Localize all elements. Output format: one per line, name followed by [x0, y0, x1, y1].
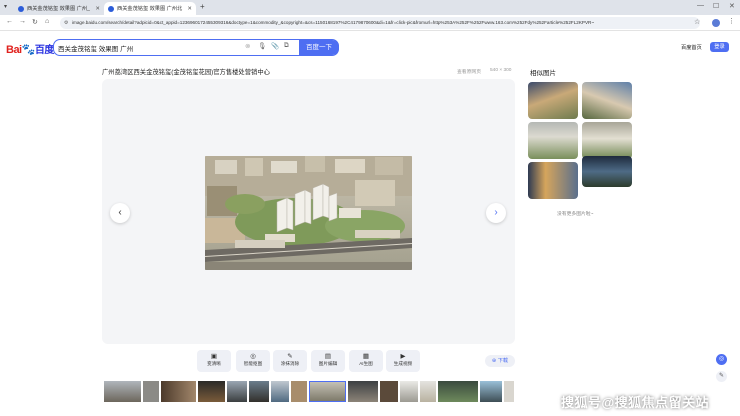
forward-icon[interactable]: →	[19, 18, 26, 25]
related-image[interactable]	[582, 82, 632, 119]
maximize-icon[interactable]: ☐	[713, 2, 719, 10]
tool-label: 图片编辑	[318, 361, 338, 366]
voice-icon[interactable]: 🎙	[258, 42, 266, 50]
thumbnail-selected[interactable]	[309, 381, 346, 402]
next-image-button[interactable]: ›	[486, 203, 506, 223]
login-button[interactable]: 登录	[710, 42, 729, 52]
window-close-icon[interactable]: ✕	[729, 2, 735, 10]
thumbnail-strip	[104, 381, 514, 402]
thumbnail[interactable]	[380, 381, 398, 402]
thumbnail[interactable]	[504, 381, 514, 402]
ai-image-tool-button[interactable]: ▦ AI生图	[349, 350, 383, 372]
download-button[interactable]: ⊕ 下载	[485, 355, 515, 367]
address-bar[interactable]: ⚙ image.baidu.com/search/detail?adpicid=…	[60, 17, 700, 29]
url-text: image.baidu.com/search/detail?adpicid=0&…	[72, 20, 595, 25]
related-image[interactable]	[528, 82, 578, 119]
related-images-title: 相似图片	[530, 70, 556, 77]
thumbnail[interactable]	[161, 381, 196, 402]
thumbnail[interactable]	[291, 381, 307, 402]
tab-search-icon[interactable]: ▾	[4, 3, 7, 10]
baidu-favicon-icon	[108, 5, 114, 12]
image-title: 广州荔湾区西关金茂铭玺(金茂铭玺花园)官方售楼处营销中心	[102, 69, 270, 76]
tab-title: 西关金茂铭玺 效果图 广州_	[27, 6, 90, 12]
thumbnail[interactable]	[420, 381, 436, 402]
search-button[interactable]: 百度一下	[299, 40, 339, 55]
image-dimensions: 540 × 300	[490, 68, 512, 73]
camera-icon[interactable]: ⧉	[284, 42, 289, 50]
thumbnail[interactable]	[143, 381, 159, 402]
video-icon: ▶	[400, 353, 406, 360]
logo-text-bai: Bai	[6, 44, 22, 56]
tool-label: 智能抠图	[243, 361, 263, 366]
download-label: 下载	[497, 358, 509, 364]
related-image[interactable]	[582, 122, 632, 159]
reload-icon[interactable]: ↻	[32, 18, 38, 26]
related-image[interactable]	[528, 162, 578, 199]
thumbnail[interactable]	[348, 381, 378, 402]
thumbnail[interactable]	[271, 381, 289, 402]
related-image[interactable]	[528, 122, 578, 159]
site-info-icon[interactable]: ⚙	[64, 17, 68, 29]
erase-icon: ✎	[287, 353, 293, 360]
prev-image-button[interactable]: ‹	[110, 203, 130, 223]
minimize-icon[interactable]: —	[697, 2, 704, 9]
clear-icon[interactable]: ⊗	[245, 42, 250, 50]
related-image[interactable]	[582, 156, 632, 187]
bookmark-star-icon[interactable]: ☆	[694, 18, 700, 26]
feedback-icon[interactable]: ◎	[716, 354, 727, 365]
tool-label: 生成视频	[393, 361, 413, 366]
enhance-tool-button[interactable]: ▣ 变清晰	[197, 350, 231, 372]
tab-close-icon[interactable]: ✕	[187, 6, 192, 12]
logo-text-du: 百度	[34, 45, 55, 56]
no-more-images-text: 没有更多图片啦~	[557, 212, 594, 217]
thumbnail[interactable]	[227, 381, 247, 402]
edit-tool-button[interactable]: ▤ 图片编辑	[311, 350, 345, 372]
tab-close-icon[interactable]: ✕	[95, 6, 100, 12]
main-image[interactable]	[205, 156, 412, 270]
thumbnail[interactable]	[104, 381, 141, 402]
home-icon[interactable]: ⌂	[45, 18, 49, 25]
thumbnail[interactable]	[198, 381, 225, 402]
baidu-logo[interactable]: Bai🐾百度	[6, 41, 54, 56]
erase-tool-button[interactable]: ✎ 涂抹消除	[273, 350, 307, 372]
tool-label: AI生图	[359, 361, 373, 366]
search-box: ⊗ 🎙 📎 ⧉	[53, 39, 339, 56]
cutout-icon: ◎	[250, 353, 256, 360]
view-source-link[interactable]: 查看原网页	[457, 68, 481, 75]
thumbnail[interactable]	[480, 381, 502, 402]
browser-tab-2-active[interactable]: 西关金茂铭玺 效果图 广州北 ✕	[104, 2, 196, 15]
video-tool-button[interactable]: ▶ 生成视频	[386, 350, 420, 372]
enhance-icon: ▣	[210, 353, 218, 360]
attach-icon[interactable]: 📎	[271, 42, 279, 50]
ai-image-icon: ▦	[362, 353, 370, 360]
tool-label: 变清晰	[207, 361, 221, 366]
baidu-favicon-icon	[18, 5, 24, 12]
tool-label: 涂抹消除	[280, 361, 300, 366]
cutout-tool-button[interactable]: ◎ 智能抠图	[236, 350, 270, 372]
tab-title: 西关金茂铭玺 效果图 广州北	[117, 6, 183, 12]
browser-toolbar: ← → ↻ ⌂ ⚙ image.baidu.com/search/detail?…	[0, 15, 740, 31]
back-icon[interactable]: ←	[6, 18, 13, 25]
thumbnail[interactable]	[438, 381, 478, 402]
edit-pen-icon[interactable]: ✎	[716, 371, 727, 382]
browser-tab-bar: ▾ 西关金茂铭玺 效果图 广州_ ✕ 西关金茂铭玺 效果图 广州北 ✕ + — …	[0, 0, 740, 15]
paw-icon: 🐾	[21, 44, 36, 56]
thumbnail[interactable]	[400, 381, 418, 402]
thumbnail[interactable]	[249, 381, 269, 402]
watermark: 搜狐号@搜狐焦点留关站	[561, 395, 710, 410]
browser-menu-icon[interactable]: ⋮	[728, 17, 735, 25]
profile-avatar[interactable]	[712, 19, 720, 27]
browser-tab-1[interactable]: 西关金茂铭玺 效果图 广州_ ✕	[14, 2, 104, 15]
image-edit-icon: ▤	[324, 353, 332, 360]
baidu-home-link[interactable]: 百度首页	[681, 44, 702, 51]
search-input[interactable]	[58, 42, 238, 53]
new-tab-button[interactable]: +	[200, 2, 205, 11]
